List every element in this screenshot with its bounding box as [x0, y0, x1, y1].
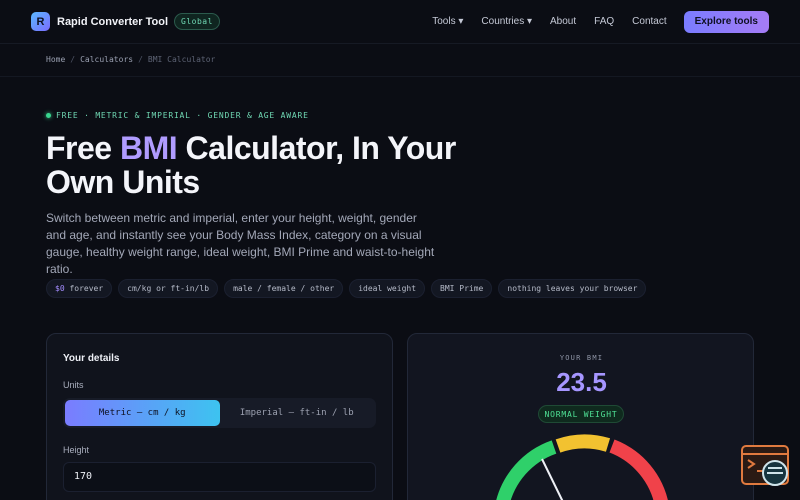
- global-badge: Global: [174, 13, 220, 30]
- chip-price-value: $0: [55, 284, 65, 293]
- height-input[interactable]: 170: [63, 462, 376, 492]
- chip-privacy: nothing leaves your browser: [498, 279, 647, 298]
- units-label: Units: [63, 380, 84, 390]
- units-toggle: Metric — cm / kg Imperial — ft-in / lb: [63, 398, 376, 428]
- terminal-chat-icon[interactable]: [741, 445, 791, 489]
- breadcrumb-separator: /: [138, 55, 143, 64]
- breadcrumb-divider: [0, 76, 800, 77]
- details-title: Your details: [63, 353, 120, 364]
- breadcrumb-home[interactable]: Home: [46, 55, 65, 64]
- brand-name[interactable]: Rapid Converter Tool: [57, 16, 168, 28]
- gauge-segment-normal: [555, 434, 611, 453]
- gauge-segment-over: [609, 439, 668, 500]
- height-label: Height: [63, 445, 90, 455]
- nav-tools[interactable]: Tools ▾: [432, 16, 463, 27]
- tagline-text: FREE · METRIC & IMPERIAL · GENDER & AGE …: [56, 111, 309, 120]
- nav-contact[interactable]: Contact: [632, 16, 666, 27]
- title-part: Free: [46, 130, 120, 166]
- feature-chips: $0 forever cm/kg or ft-in/lb male / fema…: [46, 279, 647, 298]
- status-dot-icon: [46, 113, 51, 118]
- chip-units: cm/kg or ft-in/lb: [118, 279, 219, 298]
- bmi-category-badge: NORMAL WEIGHT: [538, 405, 624, 423]
- nav-countries[interactable]: Countries ▾: [481, 16, 532, 27]
- nav-links: Tools ▾ Countries ▾ About FAQ Contact Ex…: [414, 10, 769, 33]
- chip-ideal-weight: ideal weight: [349, 279, 426, 298]
- unit-imperial-option[interactable]: Imperial — ft-in / lb: [220, 400, 375, 426]
- chip-bmi-prime: BMI Prime: [431, 279, 493, 298]
- breadcrumb-calculators[interactable]: Calculators: [80, 55, 133, 64]
- gauge-segment-underweight: [496, 440, 557, 500]
- bmi-label: YOUR BMI: [559, 354, 604, 362]
- result-card: YOUR BMI 23.5 NORMAL WEIGHT: [407, 333, 754, 500]
- gauge-needle: [541, 458, 564, 500]
- chip-price: $0 forever: [46, 279, 113, 298]
- unit-metric-option[interactable]: Metric — cm / kg: [65, 400, 220, 426]
- explore-tools-button[interactable]: Explore tools: [683, 10, 769, 33]
- nav-faq[interactable]: FAQ: [594, 16, 614, 27]
- bmi-value: 23.5: [556, 367, 607, 397]
- logo-icon[interactable]: R: [31, 12, 50, 31]
- breadcrumb: Home / Calculators / BMI Calculator: [46, 55, 215, 64]
- nav-about[interactable]: About: [550, 16, 576, 27]
- hero-description: Switch between metric and imperial, ente…: [46, 211, 435, 276]
- breadcrumb-current: BMI Calculator: [147, 55, 216, 64]
- chip-price-rest: forever: [64, 284, 104, 293]
- chip-gender: male / female / other: [224, 279, 344, 298]
- title-accent: BMI: [119, 130, 178, 166]
- top-nav: R Rapid Converter Tool Global Tools ▾ Co…: [0, 0, 800, 44]
- breadcrumb-separator: /: [70, 55, 76, 64]
- page-title: Free BMI Calculator, In Your Own Units: [46, 131, 526, 199]
- details-card: Your details Units Metric — cm / kg Impe…: [46, 333, 393, 500]
- hero-tagline: FREE · METRIC & IMPERIAL · GENDER & AGE …: [46, 111, 309, 120]
- bmi-gauge: [496, 434, 668, 500]
